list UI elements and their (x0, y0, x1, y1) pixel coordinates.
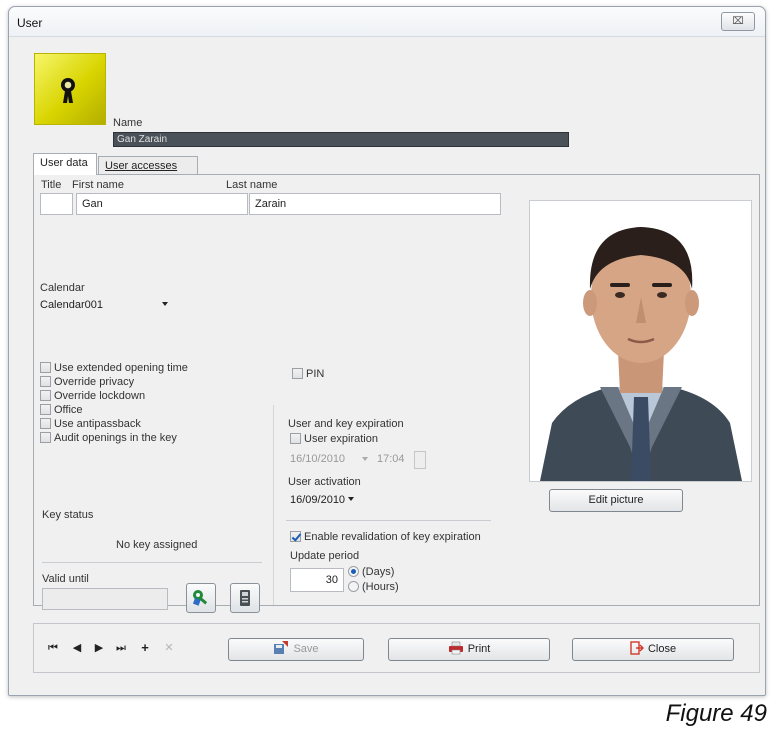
window-close-button[interactable]: ⌧ (721, 12, 755, 31)
tab-user-data[interactable]: User data (33, 153, 97, 175)
key-status-separator (42, 562, 262, 563)
first-name-label: First name (72, 179, 124, 191)
user-activation-label: User activation (288, 476, 361, 488)
activation-date-value: 16/09/2010 (290, 494, 346, 506)
record-toolbar: ⏮ ◀ ▶ ⏭ + ✕ Save Print Close (33, 623, 760, 673)
update-period-label: Update period (290, 550, 360, 562)
last-name-label: Last name (226, 179, 278, 191)
user-photo (529, 200, 752, 482)
print-label: Print (467, 643, 491, 655)
user-expiration-checkbox[interactable]: User expiration (290, 433, 378, 447)
pin-checkbox[interactable]: PIN (292, 368, 324, 382)
update-period-input[interactable]: 30 (290, 568, 344, 592)
checkbox-box (40, 418, 51, 429)
checkbox-antipassback[interactable]: Use antipassback (40, 418, 141, 432)
radio-dot (348, 566, 359, 577)
radio-hours[interactable]: (Hours) (348, 581, 399, 593)
title-input[interactable] (40, 193, 73, 215)
delete-record-icon[interactable]: ✕ (162, 642, 176, 654)
activation-date-picker[interactable]: 16/09/2010 (288, 491, 356, 511)
group-divider (273, 405, 274, 605)
key-status-label: Key status (42, 509, 94, 521)
name-field: Gan Zarain (113, 132, 569, 147)
key-status-value: No key assigned (116, 539, 198, 551)
save-label: Save (293, 643, 319, 655)
key-icon (192, 590, 208, 606)
user-dialog: User ⌧ Name Gan Zarain User data User ac… (8, 6, 766, 696)
save-icon (274, 641, 289, 654)
person-photo-icon (530, 201, 751, 481)
expiration-date-picker[interactable]: 16/10/2010 (288, 450, 370, 470)
exit-icon (630, 641, 644, 655)
checkbox-audit-openings[interactable]: Audit openings in the key (40, 432, 177, 446)
user-expiration-label: User expiration (304, 433, 378, 445)
print-button[interactable]: Print (388, 638, 550, 661)
checkbox-label: Use extended opening time (54, 362, 188, 374)
first-record-icon[interactable]: ⏮ (46, 642, 60, 654)
expiration-date-value: 16/10/2010 (290, 453, 346, 465)
checkbox-box (292, 368, 303, 379)
user-key-icon (61, 78, 75, 103)
chevron-down-icon (348, 497, 354, 501)
dialog-client: Name Gan Zarain User data User accesses … (16, 39, 760, 689)
checkbox-override-lockdown[interactable]: Override lockdown (40, 390, 145, 404)
save-button[interactable]: Save (228, 638, 364, 661)
first-name-input[interactable]: Gan (76, 193, 248, 215)
pin-label: PIN (306, 368, 325, 380)
chevron-down-icon (162, 302, 168, 306)
expiration-time-value: 17:04 (377, 453, 405, 465)
revalidation-checkbox[interactable]: Enable revalidation of key expiration (290, 531, 481, 545)
checkbox-extended-opening[interactable]: Use extended opening time (40, 362, 188, 376)
checkbox-box (290, 433, 301, 444)
key-device-button[interactable] (230, 583, 260, 613)
calendar-value: Calendar001 (40, 299, 103, 311)
checkbox-box (40, 376, 51, 387)
previous-record-icon[interactable]: ◀ (70, 642, 84, 654)
last-record-icon[interactable]: ⏭ (114, 642, 128, 654)
calendar-label: Calendar (40, 282, 85, 294)
close-label: Close (647, 643, 677, 655)
checkbox-box (290, 531, 301, 542)
checkbox-label: Override privacy (54, 376, 135, 388)
revalidation-label: Enable revalidation of key expiration (304, 531, 481, 543)
radio-dot (348, 581, 359, 592)
tab-user-accesses[interactable]: User accesses (98, 156, 198, 176)
checkbox-override-privacy[interactable]: Override privacy (40, 376, 134, 390)
checkbox-label: Office (54, 404, 83, 416)
checkbox-box (40, 432, 51, 443)
checkbox-office[interactable]: Office (40, 404, 83, 418)
figure-caption: Figure 49 (665, 700, 767, 727)
user-data-panel: Title First name Last name Gan Zarain Ca… (33, 174, 760, 613)
close-button[interactable]: Close (572, 638, 734, 661)
checkbox-box (40, 404, 51, 415)
expiration-group-label: User and key expiration (288, 418, 404, 430)
user-logo (34, 53, 106, 125)
assign-key-button[interactable] (186, 583, 216, 613)
checkbox-label: Override lockdown (54, 390, 146, 402)
expiration-separator (286, 520, 491, 521)
last-name-input[interactable]: Zarain (249, 193, 501, 215)
add-record-icon[interactable]: + (138, 641, 152, 654)
name-label: Name (113, 117, 143, 129)
printer-icon (448, 641, 463, 655)
radio-days[interactable]: (Days) (348, 566, 394, 578)
time-spinner[interactable] (414, 451, 426, 469)
title-bar: User ⌧ (9, 7, 765, 37)
next-record-icon[interactable]: ▶ (92, 642, 106, 654)
checkbox-label: Use antipassback (54, 418, 141, 430)
calendar-select[interactable]: Calendar001 (38, 296, 170, 316)
radio-label: (Hours) (362, 581, 399, 593)
chevron-down-icon (362, 457, 368, 461)
radio-label: (Days) (362, 566, 395, 578)
expiration-time-field[interactable]: 17:04 (375, 450, 413, 470)
valid-until-field (42, 588, 168, 610)
checkbox-label: Audit openings in the key (54, 432, 177, 444)
checkbox-box (40, 362, 51, 373)
checkbox-box (40, 390, 51, 401)
valid-until-label: Valid until (42, 573, 89, 585)
edit-picture-button[interactable]: Edit picture (549, 489, 683, 512)
title-label: Title (41, 179, 62, 191)
device-icon (240, 590, 250, 606)
window-title: User (17, 16, 43, 30)
